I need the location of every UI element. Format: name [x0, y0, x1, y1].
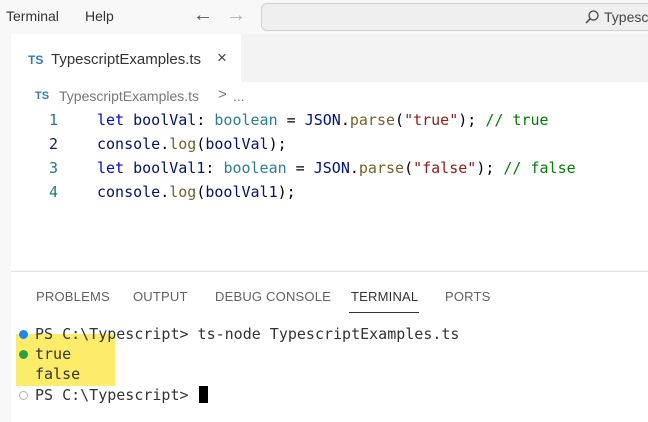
code-token: =	[286, 159, 314, 177]
breadcrumb-file[interactable]: TypescriptExamples.ts	[59, 88, 199, 104]
breadcrumb: TS TypescriptExamples.ts > ...	[11, 86, 648, 106]
menu-terminal[interactable]: Terminal	[6, 8, 59, 24]
terminal-text: true	[35, 345, 72, 363]
tab-ports[interactable]: PORTS	[445, 289, 491, 304]
code-token: // true	[485, 111, 549, 129]
code-token: :	[205, 159, 224, 177]
code-text: let boolVal: boolean = JSON.parse("true"…	[97, 108, 549, 132]
code-token: boolVal	[205, 135, 269, 153]
left-strip	[0, 34, 11, 422]
code-line[interactable]: 4 console.log(boolVal1);	[11, 180, 648, 204]
tab-terminal[interactable]: TERMINAL	[351, 289, 418, 304]
code-line[interactable]: 2 console.log(boolVal);	[11, 132, 648, 156]
editor-area: TS TypescriptExamples.ts × TS Typescript…	[11, 34, 648, 270]
code-token: let	[97, 111, 125, 129]
code-token: // false	[503, 159, 576, 177]
code-token: boolVal	[133, 111, 197, 129]
code-token: parse	[358, 159, 405, 177]
code-token: boolVal1	[133, 159, 206, 177]
command-center-search[interactable]: Typesc	[261, 3, 648, 31]
code-line[interactable]: 3 let boolVal1: boolean = JSON.parse("fal…	[11, 156, 648, 180]
close-icon[interactable]: ×	[217, 48, 227, 68]
code-token: );	[268, 135, 287, 153]
arrow-right-icon[interactable]: →	[226, 4, 246, 27]
code-token: .	[349, 159, 359, 177]
editor-tabs-bar: TS TypescriptExamples.ts ×	[11, 34, 648, 82]
active-tab-indicator	[349, 312, 419, 313]
tab-output[interactable]: OUTPUT	[133, 289, 188, 304]
code-token: =	[277, 111, 305, 129]
code-token: );	[277, 183, 296, 201]
code-token: (	[404, 159, 414, 177]
menu-help[interactable]: Help	[85, 8, 114, 24]
typescript-file-icon: TS	[28, 53, 44, 67]
terminal-text: false	[35, 365, 81, 383]
editor-tab-typescript-examples[interactable]: TS TypescriptExamples.ts ×	[11, 34, 241, 82]
code-token: parse	[349, 111, 396, 129]
code-token: :	[196, 111, 215, 129]
terminal-line: PS C:\Typescript>	[11, 385, 648, 405]
line-number: 3	[49, 159, 59, 177]
code-token: console	[97, 183, 161, 201]
arrow-left-icon[interactable]: ←	[193, 4, 213, 27]
search-icon	[585, 10, 599, 24]
terminal-line: false	[11, 364, 648, 384]
typescript-file-icon: TS	[35, 90, 50, 102]
command-decoration-icon[interactable]	[19, 350, 28, 359]
code-token: boolean	[214, 111, 278, 129]
code-token: .	[340, 111, 350, 129]
line-number: 1	[49, 111, 59, 129]
code-token: (	[395, 111, 405, 129]
code-token: .	[160, 183, 170, 201]
code-token: "true"	[404, 111, 459, 129]
title-bar: Terminal Help ← → Typesc	[0, 0, 648, 34]
terminal-line: PS C:\Typescript> ts-node TypescriptExam…	[11, 324, 648, 344]
bottom-panel: PROBLEMS OUTPUT DEBUG CONSOLE TERMINAL P…	[11, 272, 648, 422]
code-token: log	[169, 183, 197, 201]
code-token: .	[160, 135, 170, 153]
terminal-line: true	[11, 344, 648, 364]
terminal-text: PS C:\Typescript>	[35, 385, 208, 405]
code-token: log	[169, 135, 197, 153]
code-token: boolVal1	[205, 183, 278, 201]
code-token: let	[97, 159, 125, 177]
command-decoration-icon[interactable]	[19, 391, 28, 400]
code-text: console.log(boolVal);	[97, 132, 287, 156]
code-text: console.log(boolVal1);	[97, 180, 296, 204]
code-text: let boolVal1: boolean = JSON.parse("fals…	[97, 156, 576, 180]
editor-tab-label: TypescriptExamples.ts	[51, 51, 202, 68]
terminal-text: PS C:\Typescript> ts-node TypescriptExam…	[35, 325, 460, 343]
code-token: );	[458, 111, 486, 129]
terminal-cursor	[198, 386, 208, 403]
code-token: "false"	[413, 159, 477, 177]
code-token: );	[476, 159, 504, 177]
breadcrumb-more[interactable]: ...	[233, 88, 245, 104]
tab-problems[interactable]: PROBLEMS	[36, 289, 110, 304]
chevron-right-icon: >	[218, 86, 227, 103]
code-token: console	[97, 135, 161, 153]
line-number: 2	[49, 135, 59, 153]
code-token: JSON	[313, 159, 350, 177]
command-decoration-icon[interactable]	[19, 330, 28, 339]
search-text: Typesc	[604, 9, 648, 25]
code-token: boolean	[223, 159, 287, 177]
code-token: JSON	[304, 111, 341, 129]
tab-debug-console[interactable]: DEBUG CONSOLE	[215, 289, 331, 304]
code-line[interactable]: 1 let boolVal: boolean = JSON.parse("true…	[11, 108, 648, 132]
line-number: 4	[49, 183, 59, 201]
